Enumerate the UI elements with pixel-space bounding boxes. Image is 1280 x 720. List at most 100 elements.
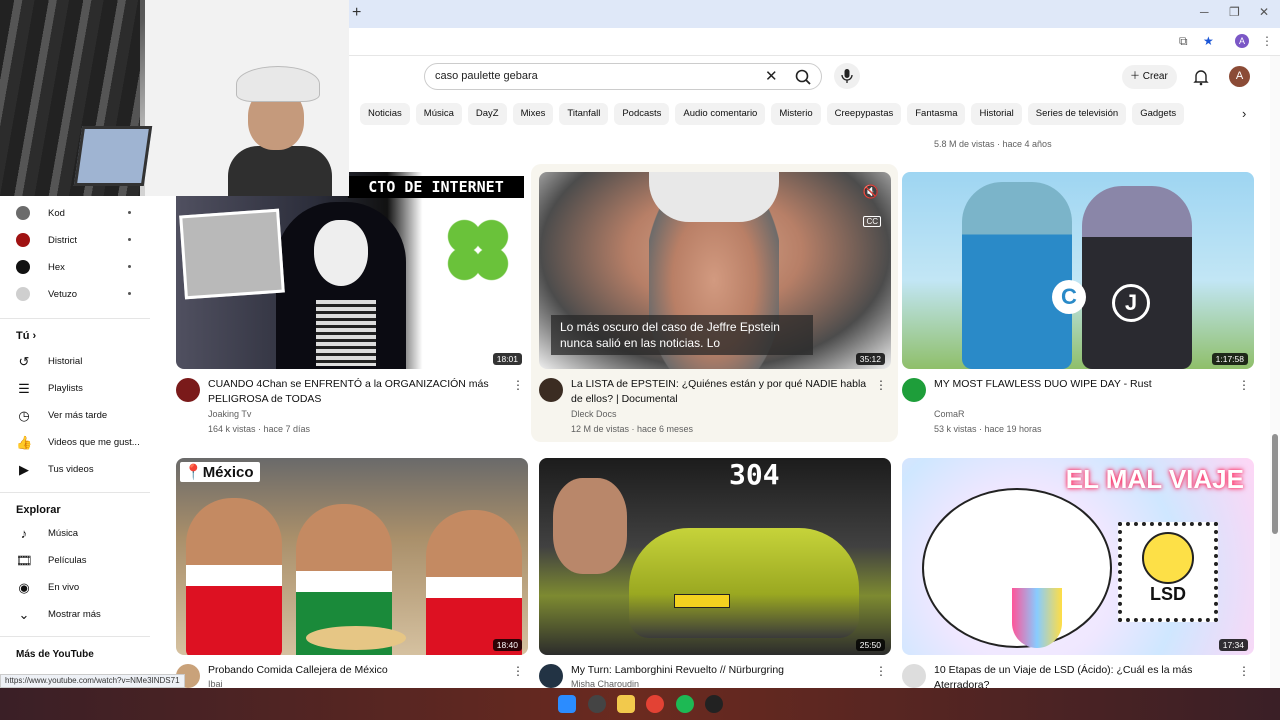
video-card[interactable]: 🔇 CC Lo más oscuro del caso de Jeffre Epst… — [539, 172, 891, 442]
duration-badge: 1:17:58 — [1211, 353, 1248, 365]
subscription-name: Kod — [48, 208, 65, 219]
file-explorer-icon[interactable] — [617, 695, 635, 713]
chrome-icon[interactable] — [646, 695, 664, 713]
chip-4[interactable]: Titanfall — [559, 103, 609, 125]
video-thumbnail[interactable]: 📍México 18:40 — [176, 458, 528, 655]
windows-taskbar — [0, 688, 1280, 720]
channel-avatar[interactable] — [902, 378, 926, 402]
video-thumbnail[interactable]: CTO DE INTERNET 18:01 — [176, 172, 528, 369]
clear-search-icon[interactable]: ✕ — [765, 67, 778, 85]
bookmark-star-icon[interactable]: ★ — [1203, 34, 1214, 48]
you-section-header[interactable]: Tú › — [16, 330, 36, 342]
search-input[interactable]: caso paulette gebara — [435, 70, 538, 82]
channel-name[interactable]: ComaR — [934, 409, 965, 419]
subscription-item[interactable]: District — [16, 230, 141, 252]
subscription-item[interactable]: Kod — [16, 203, 141, 225]
chip-2[interactable]: DayZ — [467, 103, 507, 125]
video-card[interactable]: C J 1:17:58 MY MOST FLAWLESS DUO WIPE DAY -… — [902, 172, 1254, 442]
video-title[interactable]: My Turn: Lamborghini Revuelto // Nürburg… — [571, 663, 871, 678]
subscription-item[interactable]: Vetuzo — [16, 284, 141, 306]
chip-9[interactable]: Fantasma — [907, 103, 966, 125]
cast-icon[interactable]: ⧉ — [1179, 34, 1188, 49]
video-title[interactable]: CUANDO 4Chan se ENFRENTÓ a la ORGANIZACI… — [208, 377, 508, 407]
video-thumbnail[interactable]: EL MAL VIAJE LSD 17:34 — [902, 458, 1254, 655]
chip-8[interactable]: Creepypastas — [826, 103, 902, 125]
sidebar-item[interactable]: ◷ Ver más tarde — [16, 406, 151, 428]
channel-avatar[interactable] — [902, 664, 926, 688]
driver-face — [553, 478, 627, 574]
channel-name[interactable]: Joaking Tv — [208, 409, 251, 419]
chip-1[interactable]: Música — [415, 103, 462, 125]
more-options-icon[interactable]: ⋮ — [512, 664, 524, 678]
chip-11[interactable]: Series de televisión — [1027, 103, 1127, 125]
search-box[interactable]: caso paulette gebara ✕ — [424, 63, 822, 90]
channel-avatar[interactable] — [176, 378, 200, 402]
chip-6[interactable]: Audio comentario — [675, 103, 766, 125]
video-title[interactable]: MY MOST FLAWLESS DUO WIPE DAY - Rust — [934, 377, 1234, 392]
character-right — [1082, 186, 1192, 369]
page-scrollbar[interactable] — [1270, 56, 1280, 688]
chevron-right-icon[interactable]: › — [1242, 106, 1246, 121]
mute-icon[interactable]: 🔇 — [863, 184, 879, 200]
sidebar-item[interactable]: ◉ En vivo — [16, 578, 151, 600]
video-card[interactable]: 📍México 18:40 Probando Comida Callejera de… — [176, 458, 528, 689]
chip-10[interactable]: Historial — [971, 103, 1022, 125]
search-icon[interactable] — [793, 67, 815, 87]
channel-avatar[interactable] — [539, 378, 563, 402]
chip-7[interactable]: Misterio — [771, 103, 821, 125]
channel-name[interactable]: Dleck Docs — [571, 409, 617, 419]
chevron-down-icon: ⌄ — [18, 607, 30, 622]
restore-icon[interactable]: ❐ — [1229, 5, 1240, 19]
more-options-icon[interactable]: ⋮ — [875, 378, 887, 392]
new-content-dot — [128, 211, 131, 214]
sidebar-item-label: Ver más tarde — [48, 410, 108, 421]
mic-icon — [841, 69, 853, 83]
chevron-right-icon: › — [29, 330, 37, 342]
browser-profile-avatar[interactable]: A — [1235, 34, 1249, 48]
account-avatar[interactable]: A — [1229, 66, 1250, 87]
spotify-icon[interactable] — [676, 695, 694, 713]
sidebar-item-label: Videos que me gust... — [48, 437, 140, 448]
captions-icon[interactable]: CC — [863, 216, 881, 227]
subscription-name: Vetuzo — [48, 289, 78, 300]
chip-12[interactable]: Gadgets — [1132, 103, 1185, 125]
close-icon[interactable]: ✕ — [1259, 5, 1269, 19]
obs-icon[interactable] — [705, 695, 723, 713]
chip-5[interactable]: Podcasts — [614, 103, 670, 125]
more-options-icon[interactable]: ⋮ — [1238, 378, 1250, 392]
video-thumbnail[interactable]: 304 25:50 — [539, 458, 891, 655]
channel-avatar[interactable] — [539, 664, 563, 688]
sidebar-item[interactable]: ☰ Playlists — [16, 379, 151, 401]
sidebar-item[interactable]: 🎞 Películas — [16, 551, 151, 573]
new-tab-plus-icon[interactable]: + — [352, 4, 361, 22]
more-options-icon[interactable]: ⋮ — [875, 664, 887, 678]
subscription-item[interactable]: Hex — [16, 257, 141, 279]
video-card[interactable]: 304 25:50 My Turn: Lamborghini Revuelto //… — [539, 458, 891, 689]
video-thumbnail[interactable]: 🔇 CC Lo más oscuro del caso de Jeffre Epst… — [539, 172, 891, 369]
video-title[interactable]: La LISTA de EPSTEIN: ¿Quiénes están y po… — [571, 377, 871, 407]
chip-0[interactable]: Noticias — [360, 103, 410, 125]
scrollbar-thumb[interactable] — [1272, 434, 1278, 534]
more-options-icon[interactable]: ⋮ — [512, 378, 524, 392]
video-card[interactable]: EL MAL VIAJE LSD 17:34 10 Etapas de un Viaj… — [902, 458, 1254, 691]
chip-3[interactable]: Mixes — [512, 103, 554, 125]
voice-search-button[interactable] — [834, 63, 860, 89]
sidebar-item[interactable]: 👍 Videos que me gust... — [16, 433, 151, 455]
video-title[interactable]: Probando Comida Callejera de México — [208, 663, 508, 678]
app-icon[interactable] — [588, 695, 606, 713]
clover-icon — [444, 216, 512, 284]
sidebar-item[interactable]: ▶ Tus videos — [16, 460, 151, 482]
minimize-icon[interactable]: ─ — [1200, 5, 1209, 19]
start-icon[interactable] — [558, 695, 576, 713]
webcam-overlay — [0, 0, 349, 196]
browser-menu-icon[interactable]: ⋮ — [1261, 34, 1273, 48]
video-thumbnail[interactable]: C J 1:17:58 — [902, 172, 1254, 369]
video-card[interactable]: CTO DE INTERNET 18:01 CUANDO 4Chan se ENFR… — [176, 172, 528, 442]
notifications-bell-icon[interactable] — [1192, 68, 1210, 86]
more-options-icon[interactable]: ⋮ — [1238, 664, 1250, 678]
address-bar[interactable]: ⧉ ★ A ⋮ — [349, 28, 1280, 56]
create-button[interactable]: ＋ Crear — [1122, 65, 1177, 89]
sidebar-item[interactable]: ♪ Música — [16, 524, 151, 546]
sidebar-item[interactable]: ↺ Historial — [16, 352, 151, 374]
sidebar-item[interactable]: ⌄ Mostrar más — [16, 605, 151, 627]
